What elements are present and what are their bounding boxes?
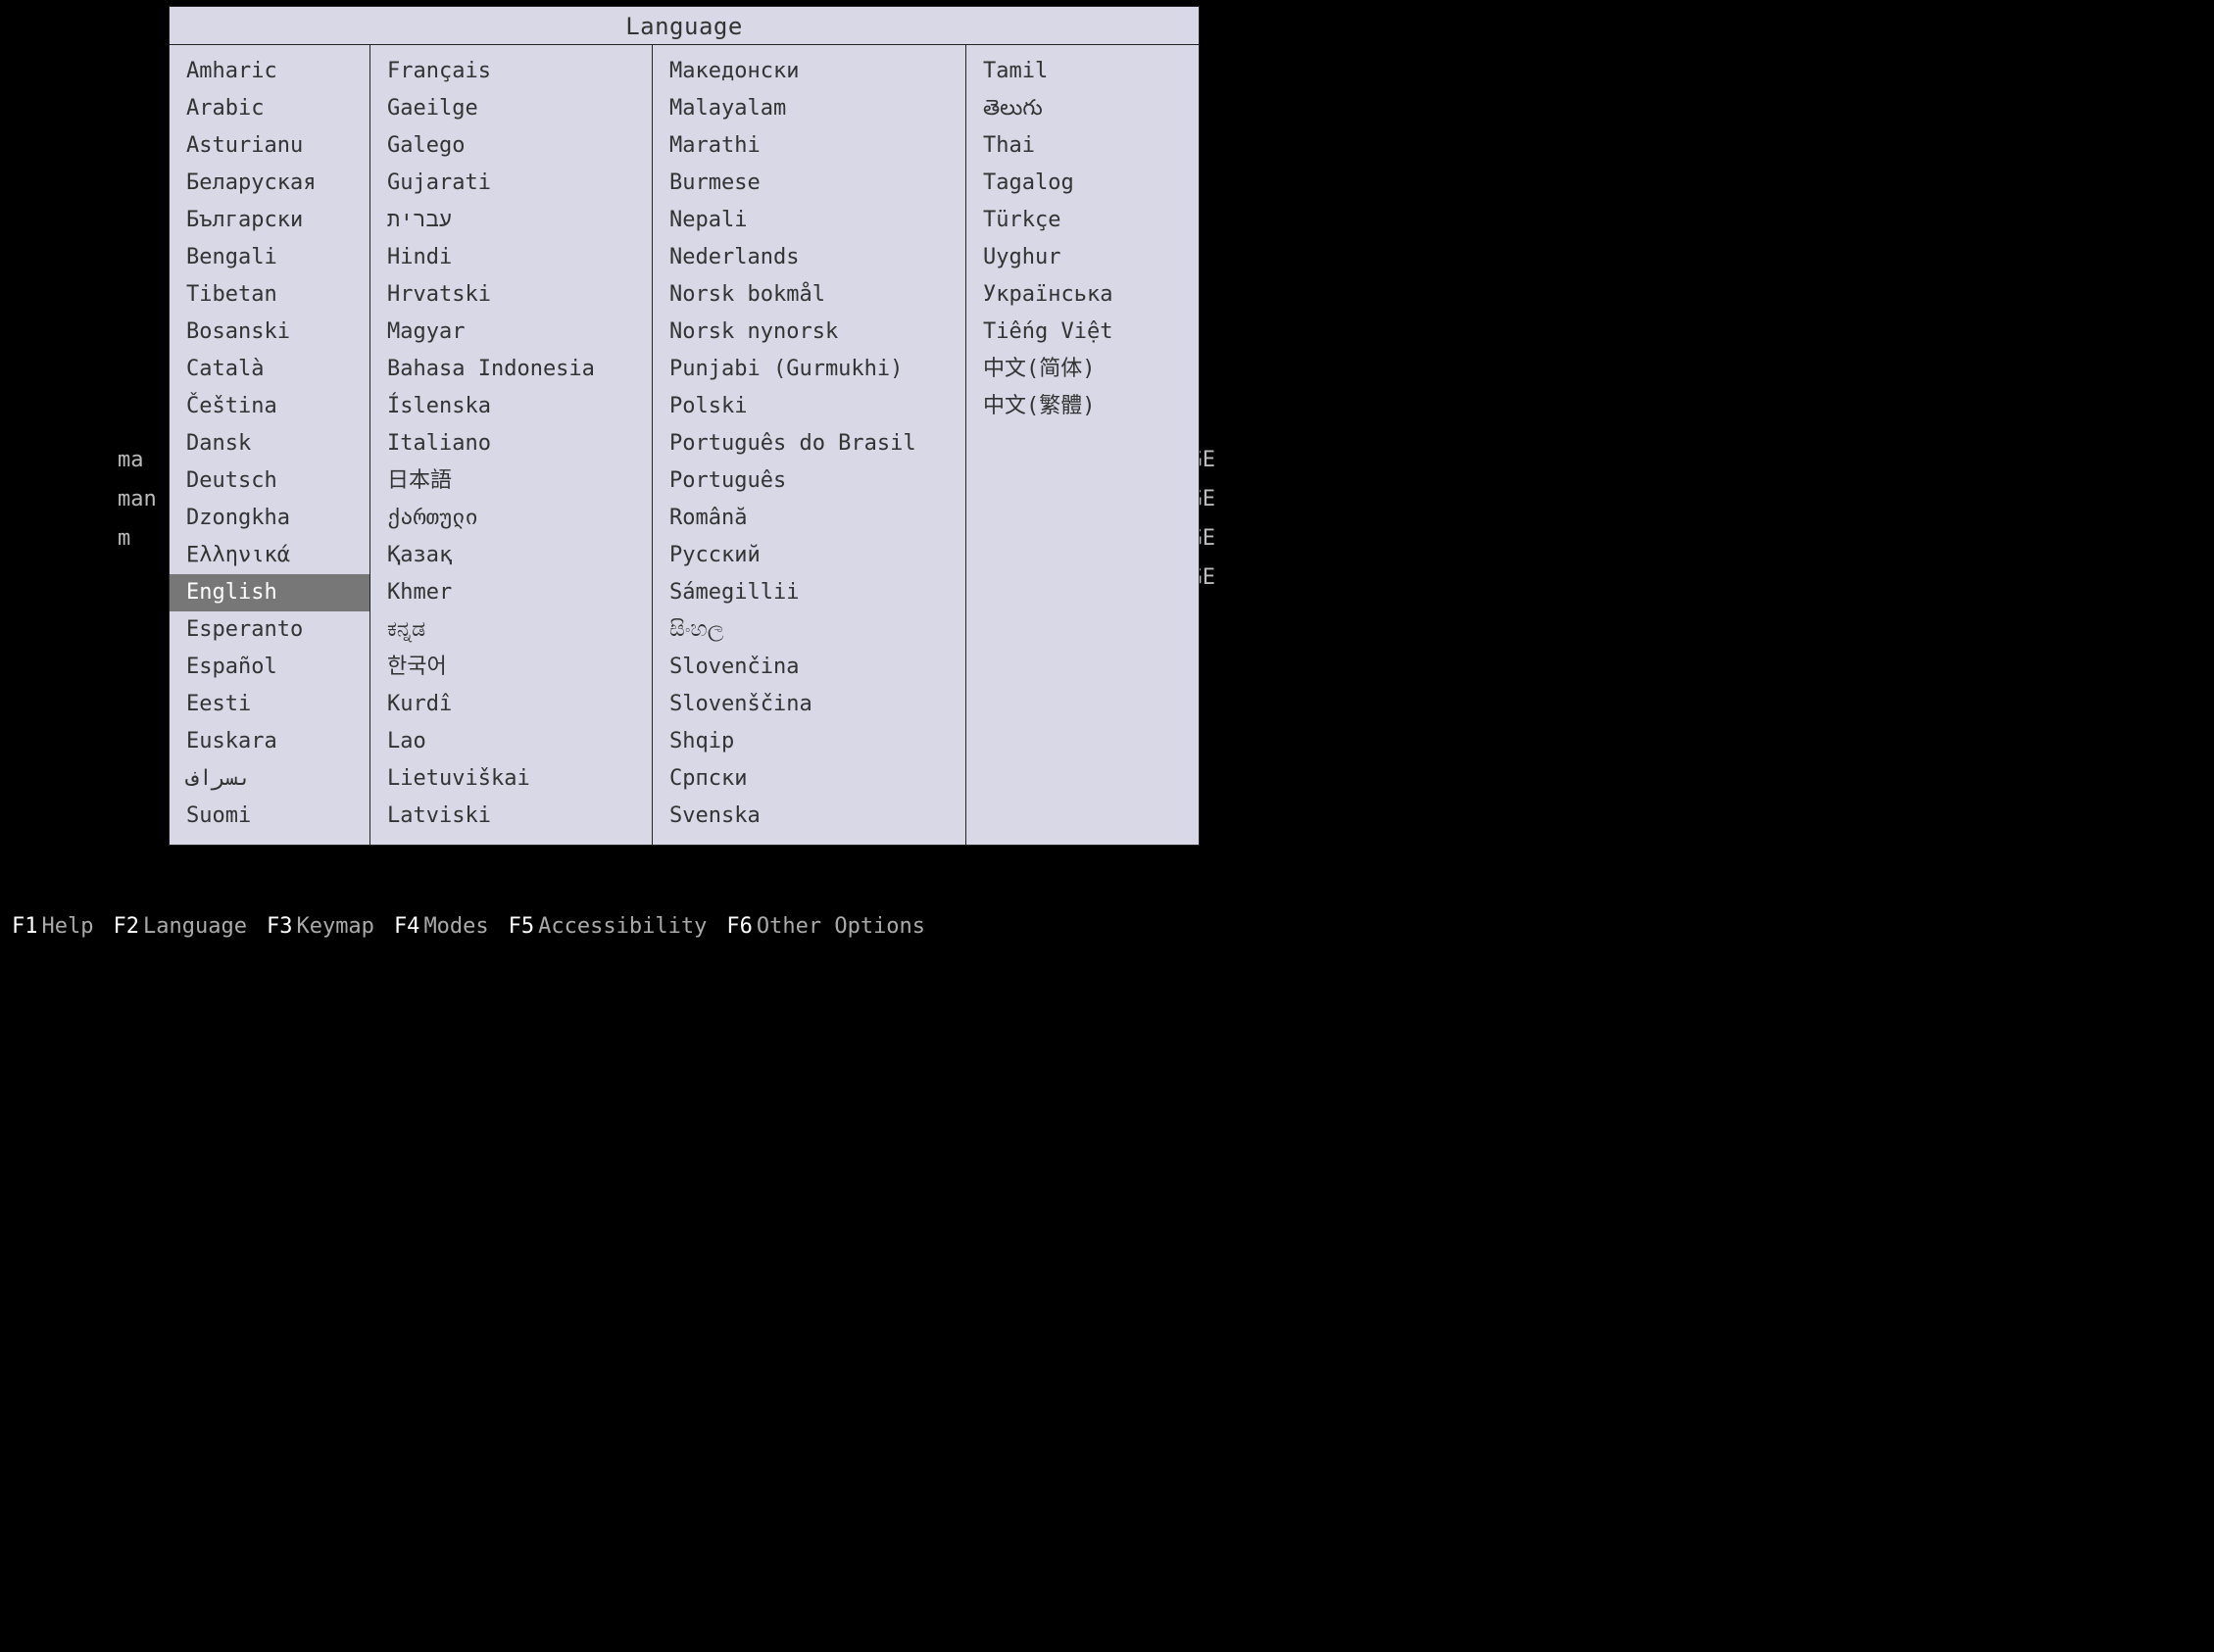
- language-option[interactable]: Shqip: [653, 723, 965, 760]
- language-option[interactable]: 中文(繁體): [966, 388, 1199, 425]
- language-option[interactable]: Malayalam: [653, 90, 965, 127]
- language-option[interactable]: 日本語: [370, 462, 652, 500]
- language-option[interactable]: Euskara: [170, 723, 369, 760]
- language-option[interactable]: Русский: [653, 537, 965, 574]
- language-option[interactable]: සිංහල: [653, 611, 965, 649]
- fkey-label: Help: [42, 914, 94, 939]
- language-option[interactable]: Türkçe: [966, 202, 1199, 239]
- language-option[interactable]: Português: [653, 462, 965, 500]
- language-option[interactable]: Македонски: [653, 53, 965, 90]
- language-option[interactable]: Română: [653, 500, 965, 537]
- language-option[interactable]: Svenska: [653, 798, 965, 835]
- language-option[interactable]: Hrvatski: [370, 276, 652, 314]
- language-option[interactable]: Nederlands: [653, 239, 965, 276]
- language-option[interactable]: Asturianu: [170, 127, 369, 165]
- language-columns: AmharicArabicAsturianuБеларускаяБългарск…: [170, 45, 1199, 845]
- fkey-key[interactable]: F1: [12, 914, 38, 939]
- language-option[interactable]: Bengali: [170, 239, 369, 276]
- language-option[interactable]: Latviski: [370, 798, 652, 835]
- language-option[interactable]: 中文(简体): [966, 351, 1199, 388]
- language-option[interactable]: Eesti: [170, 686, 369, 723]
- language-selection-dialog: Language AmharicArabicAsturianuБеларуска…: [169, 6, 1200, 846]
- language-option[interactable]: Íslenska: [370, 388, 652, 425]
- language-option[interactable]: Tamil: [966, 53, 1199, 90]
- language-option[interactable]: Bahasa Indonesia: [370, 351, 652, 388]
- language-option[interactable]: Lao: [370, 723, 652, 760]
- language-option[interactable]: Čeština: [170, 388, 369, 425]
- language-option[interactable]: తెలుగు: [966, 90, 1199, 127]
- language-option[interactable]: Hindi: [370, 239, 652, 276]
- language-option[interactable]: Беларуская: [170, 165, 369, 202]
- language-option[interactable]: Amharic: [170, 53, 369, 90]
- language-column: AmharicArabicAsturianuБеларускаяБългарск…: [170, 45, 370, 845]
- language-option[interactable]: Marathi: [653, 127, 965, 165]
- language-column: МакедонскиMalayalamMarathiBurmeseNepaliN…: [653, 45, 966, 845]
- language-option[interactable]: ಕನ್ನಡ: [370, 611, 652, 649]
- language-option[interactable]: Lietuviškai: [370, 760, 652, 798]
- language-option[interactable]: 한국어: [370, 649, 652, 686]
- fkey-label: Language: [143, 914, 247, 939]
- language-option[interactable]: Burmese: [653, 165, 965, 202]
- language-option[interactable]: ქართული: [370, 500, 652, 537]
- dialog-title: Language: [170, 7, 1199, 45]
- language-option[interactable]: Tiếng Việt: [966, 314, 1199, 351]
- language-option[interactable]: Nepali: [653, 202, 965, 239]
- fkey-key[interactable]: F3: [267, 914, 293, 939]
- fkey-label: Accessibility: [538, 914, 707, 939]
- language-option[interactable]: Deutsch: [170, 462, 369, 500]
- language-option[interactable]: Dzongkha: [170, 500, 369, 537]
- fkey-label: Modes: [423, 914, 488, 939]
- language-column: FrançaisGaeilgeGalegoGujaratiעבריתHindiH…: [370, 45, 653, 845]
- language-option[interactable]: Polski: [653, 388, 965, 425]
- language-option[interactable]: Français: [370, 53, 652, 90]
- language-option[interactable]: עברית: [370, 202, 652, 239]
- language-option[interactable]: Bosanski: [170, 314, 369, 351]
- language-option[interactable]: Gaeilge: [370, 90, 652, 127]
- language-column: TamilతెలుగుThaiTagalogTürkçeUyghurУкраїн…: [966, 45, 1199, 845]
- fkey-label: Other Options: [757, 914, 925, 939]
- language-option[interactable]: Español: [170, 649, 369, 686]
- language-option[interactable]: Suomi: [170, 798, 369, 835]
- language-option[interactable]: Esperanto: [170, 611, 369, 649]
- fkey-key[interactable]: F5: [509, 914, 535, 939]
- language-option[interactable]: Uyghur: [966, 239, 1199, 276]
- language-option[interactable]: Српски: [653, 760, 965, 798]
- fkey-key[interactable]: F6: [726, 914, 753, 939]
- fkey-label: Keymap: [296, 914, 373, 939]
- fkey-key[interactable]: F4: [394, 914, 420, 939]
- language-option[interactable]: Punjabi (Gurmukhi): [653, 351, 965, 388]
- language-option[interactable]: Català: [170, 351, 369, 388]
- language-option[interactable]: Slovenčina: [653, 649, 965, 686]
- language-option[interactable]: ىسراف: [170, 760, 369, 798]
- language-option[interactable]: Sámegillii: [653, 574, 965, 611]
- language-option[interactable]: Slovenščina: [653, 686, 965, 723]
- language-option[interactable]: Thai: [966, 127, 1199, 165]
- language-option[interactable]: Khmer: [370, 574, 652, 611]
- language-option[interactable]: Magyar: [370, 314, 652, 351]
- language-option[interactable]: Tagalog: [966, 165, 1199, 202]
- language-option[interactable]: Kurdî: [370, 686, 652, 723]
- language-option[interactable]: Dansk: [170, 425, 369, 462]
- language-option[interactable]: Norsk nynorsk: [653, 314, 965, 351]
- language-option[interactable]: Ελληνικά: [170, 537, 369, 574]
- language-option[interactable]: Українська: [966, 276, 1199, 314]
- language-option[interactable]: Norsk bokmål: [653, 276, 965, 314]
- language-option[interactable]: Gujarati: [370, 165, 652, 202]
- function-key-bar: F1Help F2Language F3Keymap F4Modes F5Accessi…: [12, 914, 1264, 939]
- language-option[interactable]: Italiano: [370, 425, 652, 462]
- language-option[interactable]: Galego: [370, 127, 652, 165]
- language-option[interactable]: Български: [170, 202, 369, 239]
- language-option[interactable]: English: [170, 574, 369, 611]
- language-option[interactable]: Português do Brasil: [653, 425, 965, 462]
- fkey-key[interactable]: F2: [113, 914, 139, 939]
- language-option[interactable]: Қазақ: [370, 537, 652, 574]
- language-option[interactable]: Tibetan: [170, 276, 369, 314]
- language-option[interactable]: Arabic: [170, 90, 369, 127]
